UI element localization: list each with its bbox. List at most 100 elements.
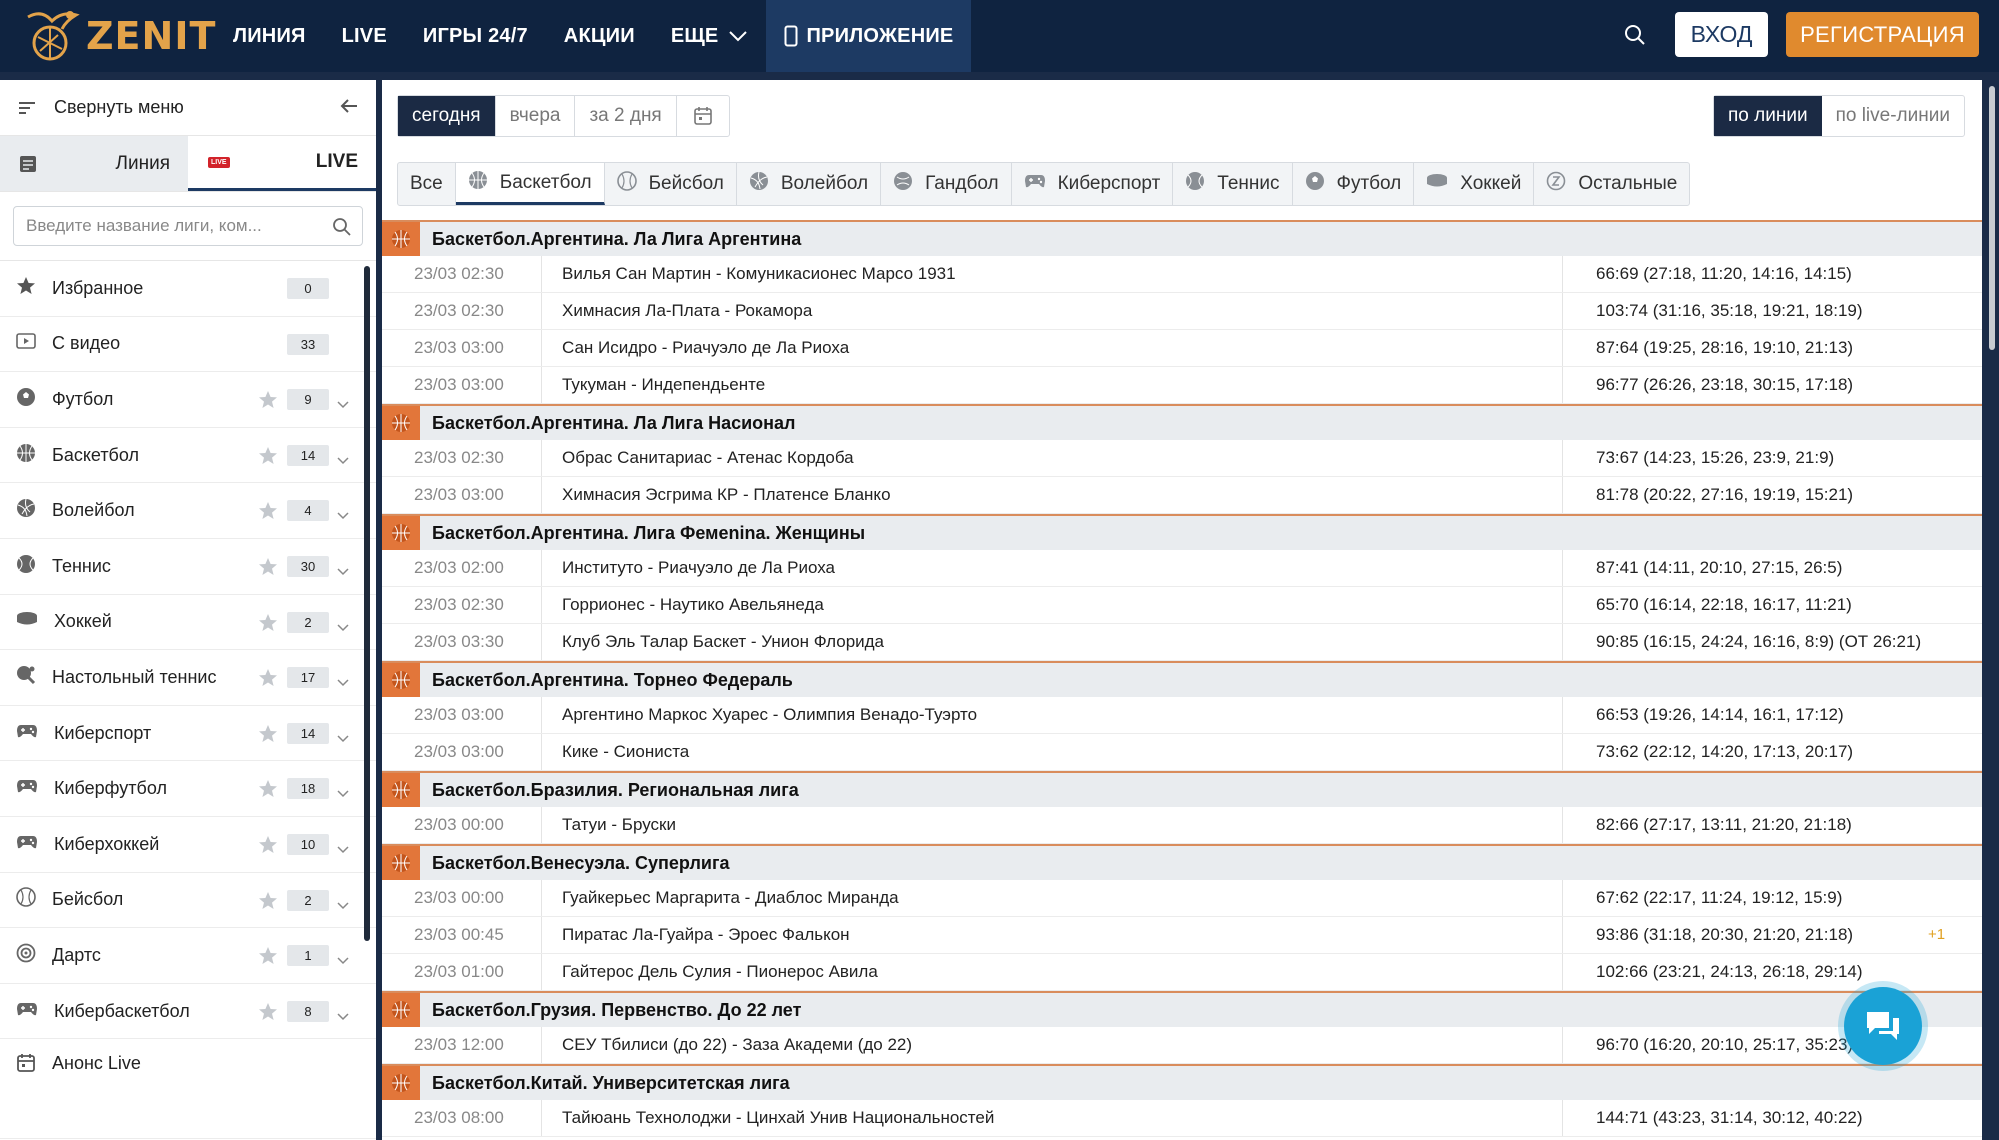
- sport-tab-9[interactable]: Остальные: [1534, 163, 1689, 205]
- calendar-button[interactable]: [677, 96, 729, 136]
- nav-line[interactable]: ЛИНИЯ: [215, 0, 324, 72]
- extra-markets-badge[interactable]: +1: [1928, 926, 1945, 943]
- chevron-down-icon[interactable]: [337, 671, 349, 692]
- chevron-down-icon[interactable]: [337, 949, 349, 970]
- nav-games-24-7[interactable]: ИГРЫ 24/7: [405, 0, 546, 72]
- sport-tab-2[interactable]: Бейсбол: [605, 163, 737, 205]
- league-header[interactable]: Баскетбол.Аргентина. Ла Лига Насионал: [382, 404, 1982, 440]
- gamepad-icon: [16, 778, 38, 799]
- mode-by-line[interactable]: по линии: [1714, 96, 1822, 136]
- chevron-down-icon[interactable]: [337, 393, 349, 414]
- match-row[interactable]: 23/03 03:00 Аргентино Маркос Хуарес - Ол…: [382, 697, 1982, 734]
- collapse-menu[interactable]: Свернуть меню: [0, 80, 376, 136]
- chevron-down-icon[interactable]: [337, 727, 349, 748]
- match-row[interactable]: 23/03 02:30 Химнасия Ла-Плата - Рокамора…: [382, 293, 1982, 330]
- tab-live[interactable]: LIVE LIVE: [188, 136, 376, 191]
- sidebar-item-table-tennis[interactable]: Настольный теннис 17: [0, 650, 376, 706]
- star-icon[interactable]: [258, 891, 278, 916]
- chevron-down-icon[interactable]: [337, 560, 349, 581]
- sport-tab-6[interactable]: Теннис: [1173, 163, 1293, 205]
- match-row[interactable]: 23/03 01:00 Гайтерос Дель Сулия - Пионер…: [382, 954, 1982, 991]
- sidebar-item-star[interactable]: Избранное 0: [0, 261, 376, 317]
- sport-tab-4[interactable]: Гандбол: [881, 163, 1012, 205]
- match-row[interactable]: 23/03 00:00 Гуайкерьес Маргарита - Диабл…: [382, 880, 1982, 917]
- nav-more[interactable]: ЕЩЕ: [653, 0, 767, 72]
- chevron-down-icon[interactable]: [337, 1005, 349, 1026]
- mode-by-live-line[interactable]: по live-линии: [1822, 96, 1964, 136]
- chevron-down-icon[interactable]: [337, 894, 349, 915]
- league-header[interactable]: Баскетбол.Бразилия. Региональная лига: [382, 771, 1982, 807]
- sport-tab-1[interactable]: Баскетбол: [455, 163, 605, 205]
- sidebar-item-gamepad[interactable]: Киберхоккей 10: [0, 817, 376, 873]
- results-scrollbar[interactable]: [1989, 86, 1995, 350]
- date-today[interactable]: сегодня: [398, 96, 496, 136]
- sidebar-item-darts[interactable]: Дартс 1: [0, 928, 376, 984]
- match-row[interactable]: 23/03 02:30 Обрас Санитариас - Атенас Ко…: [382, 440, 1982, 477]
- star-icon[interactable]: [258, 668, 278, 693]
- star-icon[interactable]: [258, 446, 278, 471]
- sidebar-item-football[interactable]: Футбол 9: [0, 372, 376, 428]
- sidebar-item-video[interactable]: С видео 33: [0, 317, 376, 373]
- match-row[interactable]: 23/03 03:00 Сан Исидро - Риачуэло де Ла …: [382, 330, 1982, 367]
- sport-tab-8[interactable]: Хоккей: [1414, 163, 1535, 205]
- login-button[interactable]: ВХОД: [1675, 12, 1768, 57]
- sidebar-scrollbar[interactable]: [364, 266, 370, 941]
- match-row[interactable]: 23/03 02:30 Вилья Сан Мартин - Комуникас…: [382, 256, 1982, 293]
- chevron-down-icon[interactable]: [337, 504, 349, 525]
- date-yesterday[interactable]: вчера: [496, 96, 576, 136]
- league-header[interactable]: Баскетбол.Аргентина. Торнео Федераль: [382, 661, 1982, 697]
- logo[interactable]: ZENIT: [22, 6, 216, 66]
- star-icon[interactable]: [258, 557, 278, 582]
- sport-tab-5[interactable]: Киберспорт: [1012, 163, 1174, 205]
- match-row[interactable]: 23/03 02:00 Институто - Риачуэло де Ла Р…: [382, 550, 1982, 587]
- star-icon[interactable]: [258, 501, 278, 526]
- star-icon[interactable]: [258, 946, 278, 971]
- chat-button[interactable]: [1844, 987, 1922, 1065]
- match-row[interactable]: 23/03 03:00 Тукуман - Индепендьенте 96:7…: [382, 367, 1982, 404]
- match-row[interactable]: 23/03 12:00 СЕУ Тбилиси (до 22) - Заза А…: [382, 1027, 1982, 1064]
- sidebar-item-basketball[interactable]: Баскетбол 14: [0, 428, 376, 484]
- sidebar-item-anons-live[interactable]: Анонс Live: [0, 1039, 376, 1140]
- star-icon[interactable]: [258, 779, 278, 804]
- match-row[interactable]: 23/03 02:30 Горрионес - Наутико Авельяне…: [382, 587, 1982, 624]
- chevron-down-icon[interactable]: [337, 782, 349, 803]
- star-icon[interactable]: [258, 1002, 278, 1027]
- sidebar-item-hockey[interactable]: Хоккей 2: [0, 595, 376, 651]
- nav-live[interactable]: LIVE: [324, 0, 405, 72]
- sport-tab-3[interactable]: Волейбол: [737, 163, 882, 205]
- sidebar-item-tennis[interactable]: Теннис 30: [0, 539, 376, 595]
- sport-tab-0[interactable]: Все: [398, 163, 456, 205]
- match-row[interactable]: 23/03 00:00 Татуи - Бруски 82:66 (27:17,…: [382, 807, 1982, 844]
- league-header[interactable]: Баскетбол.Китай. Университетская лига: [382, 1064, 1982, 1100]
- star-icon[interactable]: [258, 390, 278, 415]
- star-icon[interactable]: [258, 613, 278, 638]
- sidebar-item-gamepad[interactable]: Киберфутбол 18: [0, 761, 376, 817]
- nav-promotions[interactable]: АКЦИИ: [546, 0, 653, 72]
- league-search-input[interactable]: [26, 216, 326, 236]
- league-header[interactable]: Баскетбол.Аргентина. Ла Лига Аргентина: [382, 220, 1982, 256]
- chevron-down-icon[interactable]: [337, 616, 349, 637]
- star-icon[interactable]: [258, 835, 278, 860]
- match-row[interactable]: 23/03 00:45 Пиратас Ла-Гуайра - Эроес Фа…: [382, 917, 1982, 954]
- sidebar-item-baseball[interactable]: Бейсбол 2: [0, 873, 376, 929]
- tab-line[interactable]: Линия: [0, 136, 188, 191]
- league-header[interactable]: Баскетбол.Венесуэла. Суперлига: [382, 844, 1982, 880]
- sidebar-item-gamepad[interactable]: Киберспорт 14: [0, 706, 376, 762]
- chevron-down-icon[interactable]: [337, 449, 349, 470]
- search-icon[interactable]: [332, 217, 352, 237]
- match-row[interactable]: 23/03 03:30 Клуб Эль Талар Баскет - Унио…: [382, 624, 1982, 661]
- sidebar-item-gamepad[interactable]: Кибербаскетбол 8: [0, 984, 376, 1040]
- match-row[interactable]: 23/03 03:00 Химнасия Эсгрима КР - Платен…: [382, 477, 1982, 514]
- star-icon[interactable]: [258, 724, 278, 749]
- match-row[interactable]: 23/03 03:00 Кике - Сиониста 73:62 (22:12…: [382, 734, 1982, 771]
- chevron-down-icon[interactable]: [337, 838, 349, 859]
- sidebar-item-volleyball[interactable]: Волейбол 4: [0, 483, 376, 539]
- match-row[interactable]: 23/03 08:00 Тайюань Технолоджи - Цинхай …: [382, 1100, 1982, 1137]
- search-button[interactable]: [1620, 20, 1650, 50]
- date-2-days[interactable]: за 2 дня: [575, 96, 677, 136]
- league-header[interactable]: Баскетбол.Аргентина. Лига Фемenina. Женщ…: [382, 514, 1982, 550]
- sport-tab-7[interactable]: Футбол: [1293, 163, 1415, 205]
- nav-app[interactable]: ПРИЛОЖЕНИЕ: [766, 0, 972, 72]
- league-header[interactable]: Баскетбол.Грузия. Первенство. До 22 лет: [382, 991, 1982, 1027]
- register-button[interactable]: РЕГИСТРАЦИЯ: [1786, 12, 1979, 57]
